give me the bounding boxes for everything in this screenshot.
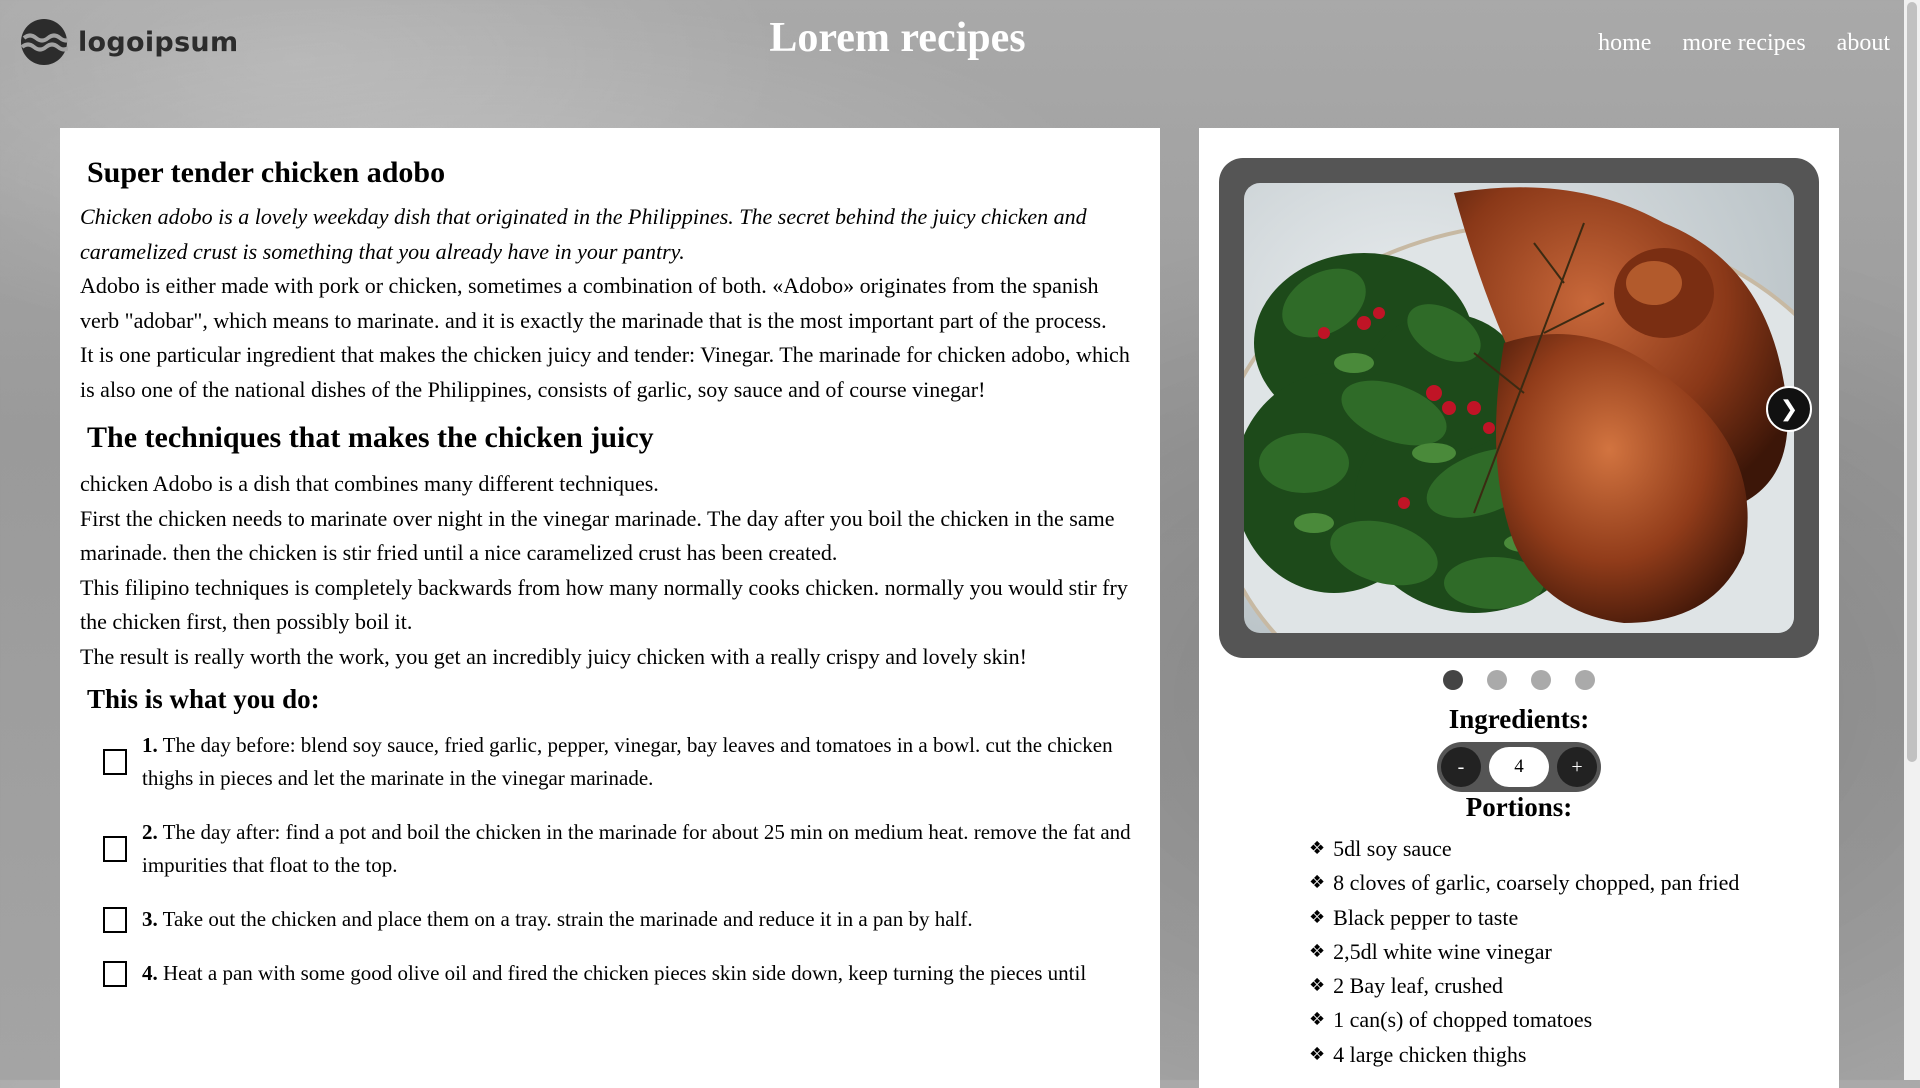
step-checkbox[interactable] <box>103 836 127 862</box>
step-description: Take out the chicken and place them on a… <box>162 907 973 931</box>
step-description: The day after: find a pot and boil the c… <box>142 820 1131 877</box>
techniques-heading: The techniques that makes the chicken ju… <box>87 421 654 454</box>
technique-paragraph: The result is really worth the work, you… <box>80 643 1027 669</box>
ingredient-text: 8 cloves of garlic, coarsely chopped, pa… <box>1333 870 1740 896</box>
step-number: 3. <box>142 907 158 931</box>
carousel-next-button[interactable]: ❯ <box>1766 386 1812 432</box>
carousel-dot[interactable] <box>1531 670 1551 690</box>
article-paragraph: Adobo is either made with pork or chicke… <box>80 273 1107 333</box>
step-item: 2. The day after: find a pot and boil th… <box>80 816 1140 882</box>
ingredients-heading: Ingredients: <box>1448 704 1590 734</box>
carousel-dot[interactable] <box>1575 670 1595 690</box>
step-item: 1. The day before: blend soy sauce, frie… <box>80 729 1140 795</box>
bullet-icon: ❖ <box>1309 838 1326 859</box>
step-text: 3. Take out the chicken and place them o… <box>142 903 973 936</box>
recipe-intro: Chicken adobo is a lovely weekday dish t… <box>80 204 1087 264</box>
step-number: 4. <box>142 961 158 985</box>
ingredient-item: ❖ 1 can(s) of chopped tomatoes <box>1309 1003 1739 1037</box>
carousel-dots <box>1199 670 1839 690</box>
step-number: 1. <box>142 733 158 757</box>
ingredient-text: 2,5dl white wine vinegar <box>1333 938 1552 964</box>
portions-stepper: - 4 + <box>1437 742 1601 792</box>
page-scrollbar[interactable] <box>1904 0 1920 1080</box>
decrease-portions-button[interactable]: - <box>1441 747 1481 787</box>
image-carousel: ❯ <box>1219 158 1819 658</box>
carousel-dot-active[interactable] <box>1443 670 1463 690</box>
ingredient-text: 4 large chicken thighs <box>1333 1041 1527 1067</box>
ingredient-item: ❖ 4 large chicken thighs <box>1309 1038 1739 1072</box>
technique-paragraph: First the chicken needs to marinate over… <box>80 505 1115 566</box>
portions-label: Portions: <box>1465 792 1573 822</box>
ingredient-item: ❖ 2,5dl white wine vinegar <box>1309 935 1739 969</box>
ingredient-text: 5dl soy sauce <box>1333 836 1452 861</box>
ingredient-item: ❖ 5dl soy sauce <box>1309 832 1739 866</box>
bullet-icon: ❖ <box>1309 975 1326 997</box>
scrollbar-thumb[interactable] <box>1907 2 1917 762</box>
bullet-icon: ❖ <box>1309 940 1326 962</box>
bullet-icon: ❖ <box>1309 906 1326 928</box>
nav-more-recipes-link[interactable]: more recipes <box>1682 30 1805 57</box>
chicken-photo-image <box>1244 183 1794 633</box>
ingredients-list: ❖ 5dl soy sauce ❖ 8 cloves of garlic, coar… <box>1309 832 1739 1072</box>
article-paragraph: It is one particular ingredient that mak… <box>80 342 1130 402</box>
nav-home-link[interactable]: home <box>1598 30 1651 57</box>
carousel-dot[interactable] <box>1487 670 1507 690</box>
ingredient-item: ❖ 2 Bay leaf, crushed <box>1309 969 1739 1003</box>
step-item: 3. Take out the chicken and place them o… <box>80 903 1140 936</box>
step-number: 2. <box>142 820 158 844</box>
step-checkbox[interactable] <box>103 906 127 933</box>
ingredient-text: Black pepper to taste <box>1333 904 1519 930</box>
steps-heading: This is what you do: <box>87 684 320 714</box>
step-description: The day before: blend soy sauce, fried g… <box>142 733 1113 790</box>
steps-list: 1. The day before: blend soy sauce, frie… <box>80 729 1140 990</box>
ingredient-item: ❖ Black pepper to taste <box>1309 901 1739 935</box>
recipe-photo <box>1244 183 1794 633</box>
portions-value[interactable]: 4 <box>1489 747 1549 787</box>
bullet-icon: ❖ <box>1309 1009 1326 1031</box>
increase-portions-button[interactable]: + <box>1557 747 1597 787</box>
step-text: 4. Heat a pan with some good olive oil a… <box>142 957 1086 990</box>
site-title-text: Lorem recipes <box>769 15 1026 61</box>
bullet-icon: ❖ <box>1309 1043 1326 1065</box>
ingredient-item: ❖ 8 cloves of garlic, coarsely chopped, p… <box>1309 866 1739 900</box>
ingredient-text: 2 Bay leaf, crushed <box>1333 973 1503 999</box>
main-nav: home more recipes about <box>1598 30 1890 57</box>
step-text: 2. The day after: find a pot and boil th… <box>142 816 1140 882</box>
step-checkbox[interactable] <box>103 749 127 775</box>
step-item: 4. Heat a pan with some good olive oil a… <box>80 957 1140 990</box>
step-description: Heat a pan with some good olive oil and … <box>163 961 1087 985</box>
bullet-icon: ❖ <box>1309 872 1326 894</box>
recipe-title: Super tender chicken adobo <box>87 156 446 189</box>
ingredient-text: 1 can(s) of chopped tomatoes <box>1333 1007 1593 1033</box>
step-checkbox[interactable] <box>103 960 127 987</box>
technique-paragraph: chicken Adobo is a dish that combines ma… <box>80 471 659 496</box>
article-panel: Super tender chicken adobo Chicken adobo… <box>60 128 1160 1088</box>
technique-paragraph: This filipino techniques is completely b… <box>80 574 1128 635</box>
nav-about-link[interactable]: about <box>1837 30 1890 57</box>
step-text: 1. The day before: blend soy sauce, frie… <box>142 729 1140 795</box>
ingredients-panel: ❯ Ingredients: - 4 + Portions: ❖ 5dl soy … <box>1199 128 1839 1088</box>
